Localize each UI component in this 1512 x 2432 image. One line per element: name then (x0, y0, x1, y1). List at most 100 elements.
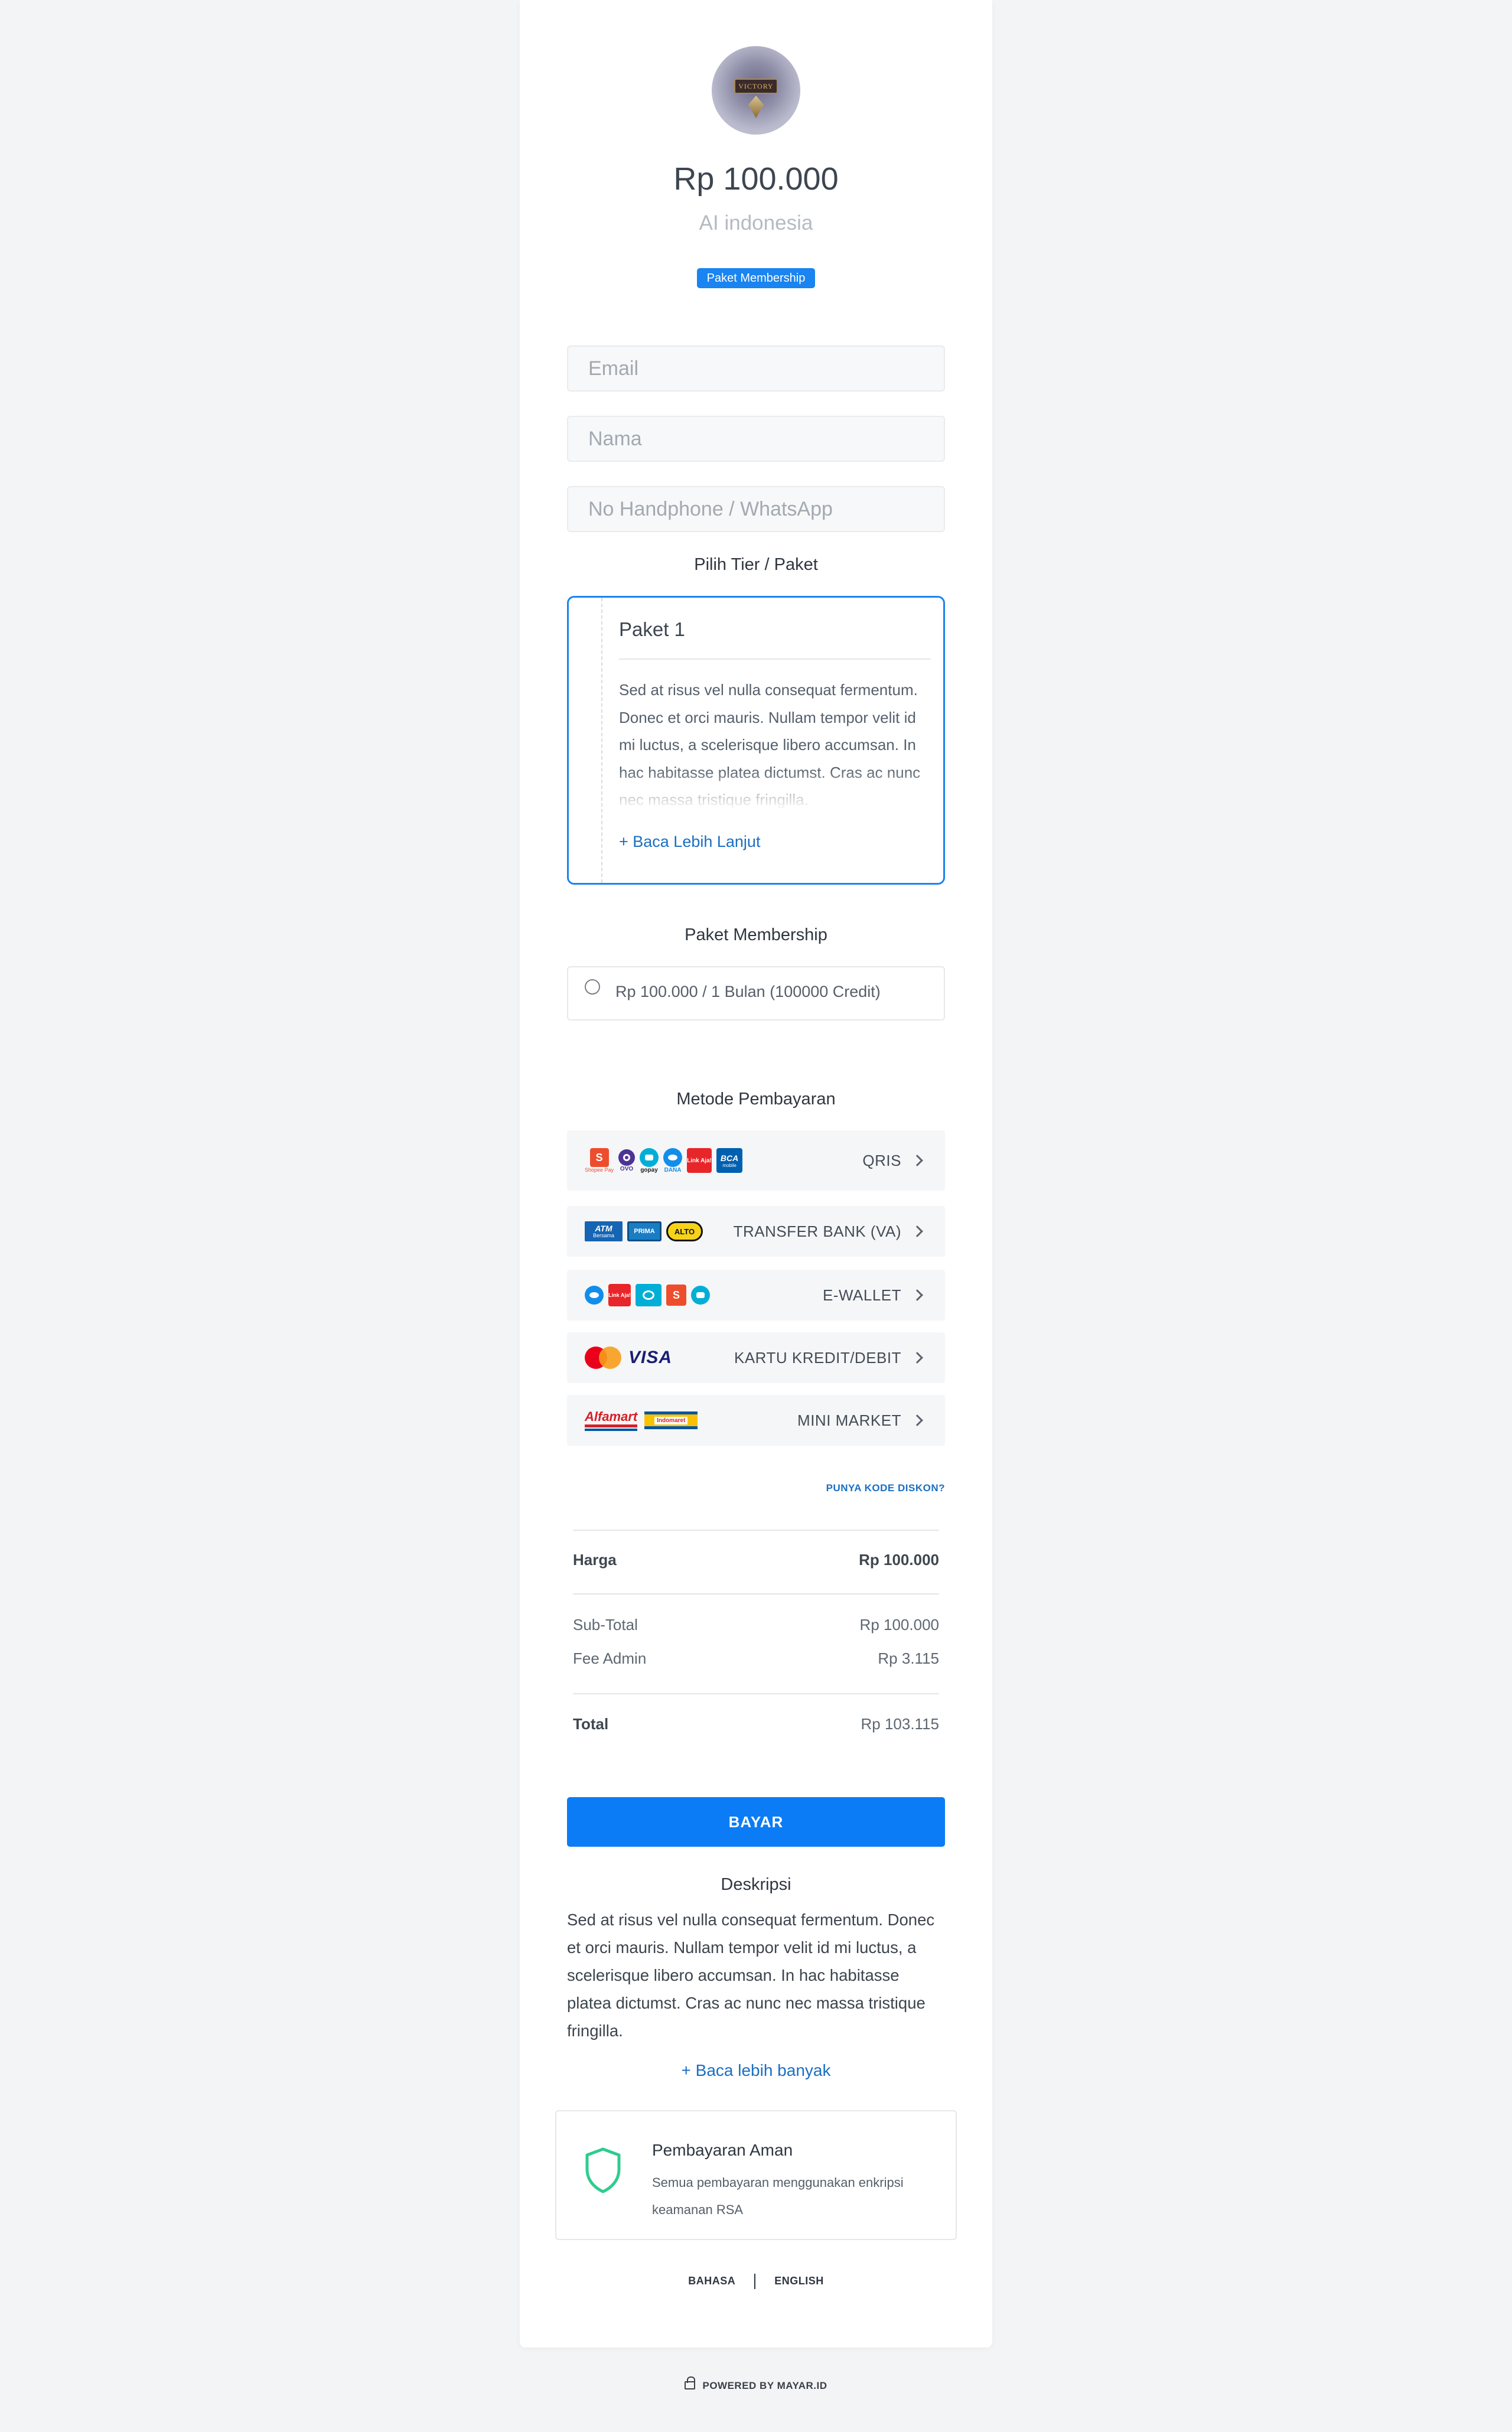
membership-section-title: Paket Membership (685, 925, 827, 944)
payment-method-ewallet[interactable]: Link Aja! S E-WALLET (567, 1270, 945, 1321)
name-field[interactable]: Nama (567, 416, 945, 462)
language-separator (754, 2274, 756, 2289)
gopay-circle-icon (691, 1286, 710, 1305)
payment-method-label: QRIS (862, 1151, 901, 1169)
payment-method-qris[interactable]: S Shopee Pay OVO gopay DANA Link Aja! BC… (567, 1130, 945, 1191)
ewallet-logos: Link Aja! S (585, 1270, 710, 1321)
shopee-bag-icon: S (589, 1148, 609, 1167)
chevron-right-icon (911, 1414, 923, 1426)
ovo-logo: OVO (618, 1149, 636, 1172)
avatar-emblem (748, 96, 764, 118)
shopeepay-caption: Shopee Pay (585, 1167, 614, 1173)
tier-name: Paket 1 (619, 618, 685, 640)
language-bahasa-link[interactable]: BAHASA (688, 2275, 735, 2287)
dana-icon (663, 1147, 683, 1167)
lock-icon (685, 2376, 696, 2389)
pay-button[interactable]: BAYAR (567, 1797, 945, 1847)
minimarket-logos: Alfamart Indomaret (585, 1395, 698, 1446)
email-field[interactable]: Email (567, 345, 945, 392)
atm-caption: Bersama (592, 1233, 614, 1238)
price-value: Rp 100.000 (859, 1551, 939, 1569)
visa-logo: VISA (628, 1348, 673, 1367)
dana-icon (585, 1286, 604, 1305)
avatar-banner-text: VICTORY (734, 79, 778, 94)
dana-logo: DANA (663, 1147, 683, 1173)
description-title: Deskripsi (721, 1875, 791, 1894)
chevron-right-icon (911, 1352, 923, 1364)
payment-method-label: MINI MARKET (797, 1411, 901, 1429)
product-type-badge: Paket Membership (697, 268, 815, 288)
store-name: AI indonesia (699, 211, 813, 234)
alto-logo: ALTO (666, 1221, 703, 1241)
powered-by-footer[interactable]: POWERED BY MAYAR.ID (0, 2376, 1512, 2392)
bca-mobile-logo: BCA mobile (716, 1148, 743, 1173)
summary-divider (573, 1530, 939, 1531)
product-price: Rp 100.000 (673, 161, 839, 197)
fee-admin-value: Rp 3.115 (878, 1649, 939, 1667)
subtotal-label: Sub-Total (573, 1616, 638, 1634)
payment-method-minimarket[interactable]: Alfamart Indomaret MINI MARKET (567, 1395, 945, 1446)
subtotal-value: Rp 100.000 (859, 1616, 939, 1634)
payment-method-label: KARTU KREDIT/DEBIT (734, 1348, 901, 1367)
total-label: Total (573, 1715, 609, 1733)
checkout-card: VICTORY Rp 100.000 AI indonesia Paket Me… (520, 0, 992, 2348)
alfamart-logo: Alfamart (585, 1410, 638, 1431)
fee-admin-label: Fee Admin (573, 1649, 647, 1667)
membership-radio[interactable] (585, 979, 600, 995)
chevron-right-icon (911, 1289, 923, 1301)
gopay-logo: gopay (640, 1147, 659, 1173)
shopee-bag-icon: S (666, 1285, 686, 1306)
description-read-more-link[interactable]: + Baca lebih banyak (520, 2061, 992, 2080)
secure-payment-title: Pembayaran Aman (652, 2141, 793, 2159)
ovo-caption: OVO (620, 1165, 634, 1172)
language-english-link[interactable]: ENGLISH (774, 2275, 824, 2287)
tier-description-fade (619, 769, 932, 810)
payment-method-label: E-WALLET (822, 1286, 901, 1304)
indomaret-text: Indomaret (654, 1416, 688, 1424)
summary-divider (573, 1693, 939, 1694)
phone-field[interactable]: No Handphone / WhatsApp (567, 486, 945, 532)
tier-rule (619, 658, 931, 660)
linkaja-logo: Link Aja! (687, 1148, 712, 1173)
bca-caption: mobile (722, 1162, 737, 1168)
gopay-caption: gopay (640, 1166, 658, 1173)
ovo-icon (618, 1149, 636, 1166)
card-logos: VISA (585, 1332, 672, 1383)
tier-card[interactable]: Paket 1 Sed at risus vel nulla consequat… (567, 596, 945, 885)
discount-code-link[interactable]: PUNYA KODE DISKON? (826, 1482, 945, 1494)
tier-read-more-link[interactable]: + Baca Lebih Lanjut (619, 833, 760, 851)
atm-bersama-logo: ATM Bersama (585, 1221, 623, 1241)
bank-logos: ATM Bersama PRIMA ALTO (585, 1206, 703, 1257)
description-text: Sed at risus vel nulla consequat ferment… (567, 1911, 935, 2040)
powered-by-text: POWERED BY MAYAR.ID (702, 2380, 827, 2391)
payment-method-card[interactable]: VISA KARTU KREDIT/DEBIT (567, 1332, 945, 1383)
dana-caption: DANA (664, 1166, 682, 1173)
total-value: Rp 103.115 (861, 1715, 939, 1733)
chevron-right-icon (911, 1155, 923, 1166)
tier-section-title: Pilih Tier / Paket (694, 555, 818, 574)
indomaret-logo: Indomaret (644, 1411, 698, 1429)
secure-payment-text: Semua pembayaran menggunakan enkripsi ke… (652, 2175, 904, 2217)
shopeepay-logo: S Shopee Pay (585, 1148, 614, 1173)
atm-text: ATM (595, 1224, 612, 1233)
shield-icon (585, 2147, 621, 2193)
product-avatar: VICTORY (712, 46, 800, 135)
language-switcher: BAHASA ENGLISH (520, 2274, 992, 2289)
chevron-right-icon (911, 1225, 923, 1237)
summary-divider (573, 1593, 939, 1595)
membership-option-label: Rp 100.000 / 1 Bulan (100000 Credit) (615, 983, 881, 1000)
qris-logos: S Shopee Pay OVO gopay DANA Link Aja! BC… (585, 1130, 743, 1191)
tier-divider (601, 598, 603, 883)
gopay-icon (640, 1147, 659, 1167)
payment-method-label: TRANSFER BANK (VA) (733, 1222, 901, 1240)
linkaja-logo: Link Aja! (608, 1284, 631, 1306)
secure-payment-box: Pembayaran Aman Semua pembayaran menggun… (555, 2110, 957, 2240)
payment-section-title: Metode Pembayaran (676, 1090, 836, 1109)
price-label: Harga (573, 1551, 617, 1569)
payment-method-bank-transfer[interactable]: ATM Bersama PRIMA ALTO TRANSFER BANK (VA… (567, 1206, 945, 1257)
gopay-icon (636, 1284, 662, 1306)
prima-logo: PRIMA (627, 1221, 662, 1241)
mastercard-icon (585, 1347, 621, 1369)
bca-text: BCA (720, 1153, 739, 1163)
membership-option[interactable]: Rp 100.000 / 1 Bulan (100000 Credit) (567, 966, 945, 1021)
